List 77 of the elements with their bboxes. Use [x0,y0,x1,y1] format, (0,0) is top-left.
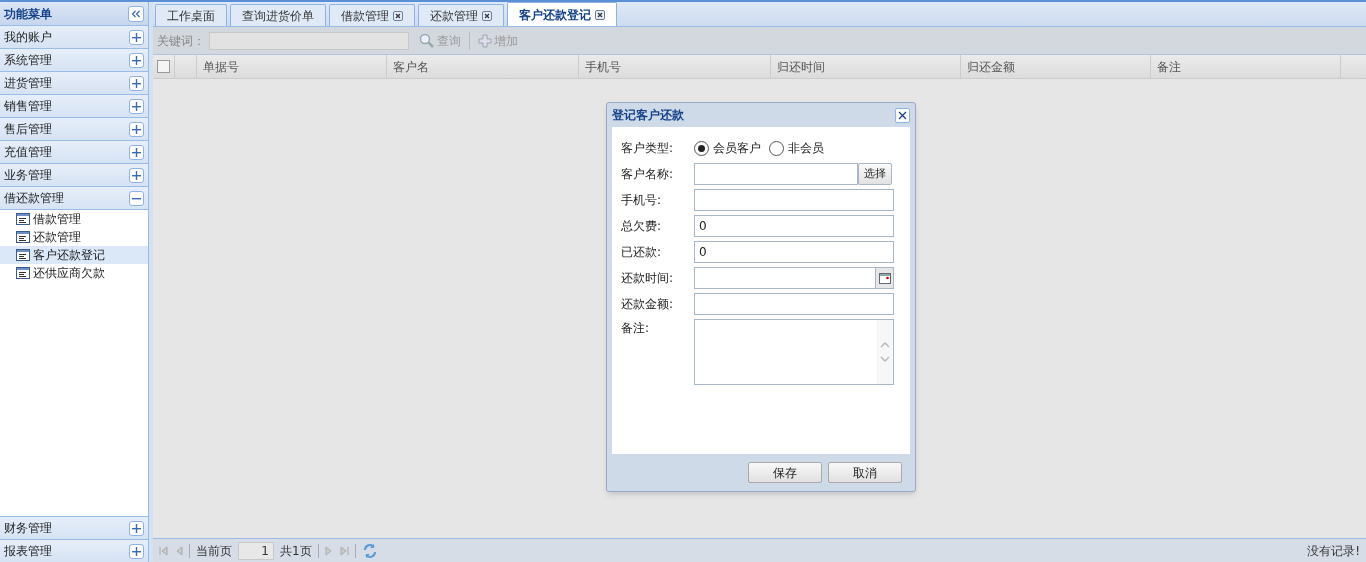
column-header[interactable]: 备注 [1151,55,1341,78]
keyword-label: 关键词： [157,32,205,50]
radio-button[interactable] [769,140,784,156]
search-icon [419,32,435,49]
menu-item[interactable]: 还供应商欠款 [0,264,148,282]
field-label: 客户名称: [621,166,675,183]
expand-icon[interactable] [129,98,144,114]
menu-group-header[interactable]: 我的账户 [0,26,148,49]
menu-group-header[interactable]: 业务管理 [0,164,148,187]
list-icon [16,249,30,261]
expand-icon[interactable] [129,121,144,137]
menu-group-header[interactable]: 销售管理 [0,95,148,118]
page-number-field[interactable]: 1 [238,541,274,560]
column-header[interactable]: 归还金额 [961,55,1151,78]
tab[interactable]: 工作桌面 [155,4,227,26]
menu-item[interactable]: 客户还款登记 [0,246,148,264]
current-page-label: 当前页 [196,542,232,560]
menu-group-header[interactable]: 报表管理 [0,539,148,562]
radio-label: 非会员 [788,140,824,157]
field-label: 还款时间: [621,270,675,287]
radio-label: 会员客户 [713,140,761,157]
close-icon[interactable] [595,9,605,20]
tab[interactable]: 查询进货价单 [230,4,326,26]
collapse-sidebar-icon[interactable] [128,5,144,22]
expand-icon[interactable] [129,52,144,68]
expand-icon[interactable] [129,29,144,45]
close-icon[interactable] [482,10,492,21]
expand-icon[interactable] [129,520,144,536]
field-label: 还款金额: [621,296,675,313]
input-field[interactable] [694,163,858,185]
menu-group-header[interactable]: 进货管理 [0,72,148,95]
list-icon [16,267,30,279]
column-header[interactable]: 客户名 [387,55,579,78]
keyword-field[interactable] [209,31,409,50]
expand-icon[interactable] [129,167,144,183]
dialog-button[interactable]: 保存 [748,462,822,483]
menu-group-header[interactable]: 财务管理 [0,516,148,539]
expand-icon[interactable] [129,144,144,160]
menu-item[interactable]: 还款管理 [0,228,148,246]
list-icon [16,231,30,243]
menu-group-header[interactable]: 售后管理 [0,118,148,141]
column-header[interactable]: 单据号 [197,55,387,78]
field-label: 手机号: [621,192,663,209]
expand-icon[interactable] [129,543,144,559]
menu-group-header[interactable]: 充值管理 [0,141,148,164]
field-label: 客户类型: [621,140,675,157]
close-icon[interactable] [393,10,403,21]
menu-group-header[interactable]: 系统管理 [0,49,148,72]
tab[interactable]: 客户还款登记 [507,2,617,26]
calendar-icon[interactable] [878,272,891,284]
column-header[interactable]: 归还时间 [771,55,961,78]
input-field[interactable] [694,293,894,315]
list-icon [16,213,30,225]
column-header[interactable]: 手机号 [579,55,771,78]
plus-icon [478,33,492,48]
field-label: 总欠费: [621,218,663,235]
expand-icon[interactable] [129,75,144,91]
menu-item[interactable]: 借款管理 [0,210,148,228]
field-label: 已还款: [621,244,663,261]
tab[interactable]: 借款管理 [329,4,415,26]
tab[interactable]: 还款管理 [418,4,504,26]
input-field[interactable]: 0 [694,241,894,263]
menu-group-header[interactable]: 借还款管理 [0,187,148,210]
field-label: 备注: [621,320,651,337]
close-button[interactable] [895,107,910,123]
date-field[interactable] [694,267,894,289]
dialog-title: 登记客户还款 [612,107,684,124]
input-field[interactable]: 0 [694,215,894,237]
dialog-button[interactable]: 取消 [828,462,902,483]
input-field[interactable] [694,189,894,211]
select-button[interactable]: 选择 [858,163,892,185]
radio-button[interactable] [694,140,709,156]
collapse-icon[interactable] [129,190,144,206]
sidebar-title: 功能菜单 [4,5,52,23]
checkbox[interactable] [157,60,170,73]
status-text: 没有记录! [1307,542,1360,560]
total-pages: 共1页 [280,542,312,560]
